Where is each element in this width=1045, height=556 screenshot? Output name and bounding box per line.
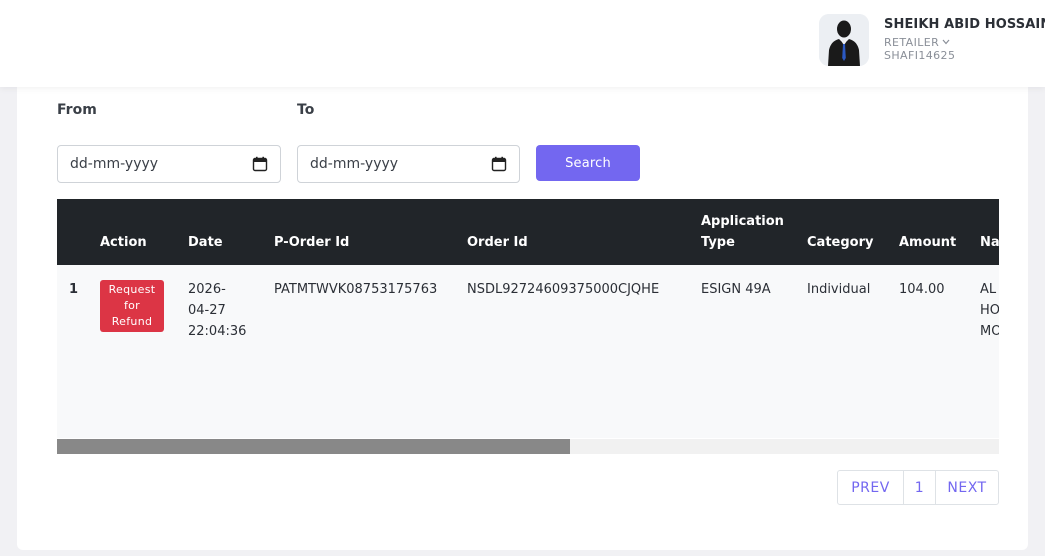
next-page-button[interactable]: NEXT [935, 471, 998, 504]
scrollbar-thumb[interactable] [57, 439, 570, 454]
refund-label-line2: for [123, 299, 141, 312]
row-order-id: NSDL92724609375000CJQHE [467, 282, 660, 297]
column-header-application-type-line2: Type [701, 235, 735, 250]
row-application-type: ESIGN 49A [701, 282, 771, 297]
search-button[interactable]: Search [536, 145, 640, 181]
row-date-line3: 22:04:36 [188, 324, 247, 339]
row-index: 1 [69, 282, 79, 297]
chevron-down-icon [942, 38, 950, 48]
refund-label-line3: Refund [111, 315, 153, 328]
user-role-label: RETAILER [884, 36, 940, 49]
column-header-amount: Amount [899, 235, 957, 250]
column-header-category: Category [807, 235, 874, 250]
refund-label-line1: Request [108, 283, 156, 296]
user-role-dropdown[interactable]: RETAILER [884, 36, 1045, 49]
row-name-line3: MO [980, 324, 999, 339]
request-refund-button[interactable]: Request for Refund [100, 280, 164, 332]
table-header: Action Date P-Order Id Order Id Applicat… [57, 199, 999, 265]
row-porder-id: PATMTWVK08753175763 [274, 282, 438, 297]
row-name-line1: AL [980, 282, 997, 297]
column-header-porder-id: P-Order Id [274, 235, 350, 250]
content-card: From To dd-mm-yyyy dd-mm-yyyy Search Act… [17, 60, 1028, 550]
row-date-line1: 2026- [188, 282, 226, 297]
column-header-application-type-line1: Application [701, 214, 784, 229]
user-profile[interactable]: SHEIKH ABID HOSSAIN RETAILER SHAFI14625 [819, 14, 1045, 66]
top-navbar: SHEIKH ABID HOSSAIN RETAILER SHAFI14625 [0, 0, 1045, 87]
user-code: SHAFI14625 [884, 49, 956, 62]
horizontal-scrollbar[interactable] [57, 439, 999, 454]
user-silhouette-icon [819, 14, 869, 66]
row-name-line2: HO [980, 303, 999, 318]
column-header-action: Action [100, 235, 147, 250]
to-date-input[interactable]: dd-mm-yyyy [297, 145, 520, 183]
to-date-placeholder: dd-mm-yyyy [310, 156, 399, 172]
avatar[interactable] [819, 14, 869, 66]
pagination: PREV 1 NEXT [837, 470, 999, 505]
from-date-input[interactable]: dd-mm-yyyy [57, 145, 281, 183]
from-date-placeholder: dd-mm-yyyy [70, 156, 159, 172]
page-number-button[interactable]: 1 [903, 471, 935, 504]
row-date-line2: 04-27 [188, 303, 226, 318]
calendar-icon[interactable] [491, 156, 507, 172]
table-body: 1 Request for Refund 2026- 04-27 22:04:3… [57, 265, 999, 438]
column-header-order-id: Order Id [467, 235, 528, 250]
prev-page-button[interactable]: PREV [838, 471, 903, 504]
column-header-date: Date [188, 235, 223, 250]
row-amount: 104.00 [899, 282, 945, 297]
to-label: To [297, 102, 315, 118]
calendar-icon[interactable] [252, 156, 268, 172]
orders-table: Action Date P-Order Id Order Id Applicat… [57, 199, 999, 454]
from-label: From [57, 102, 97, 118]
row-category: Individual [807, 282, 871, 297]
user-name: SHEIKH ABID HOSSAIN [884, 17, 1045, 32]
column-header-name: Na [980, 235, 999, 250]
